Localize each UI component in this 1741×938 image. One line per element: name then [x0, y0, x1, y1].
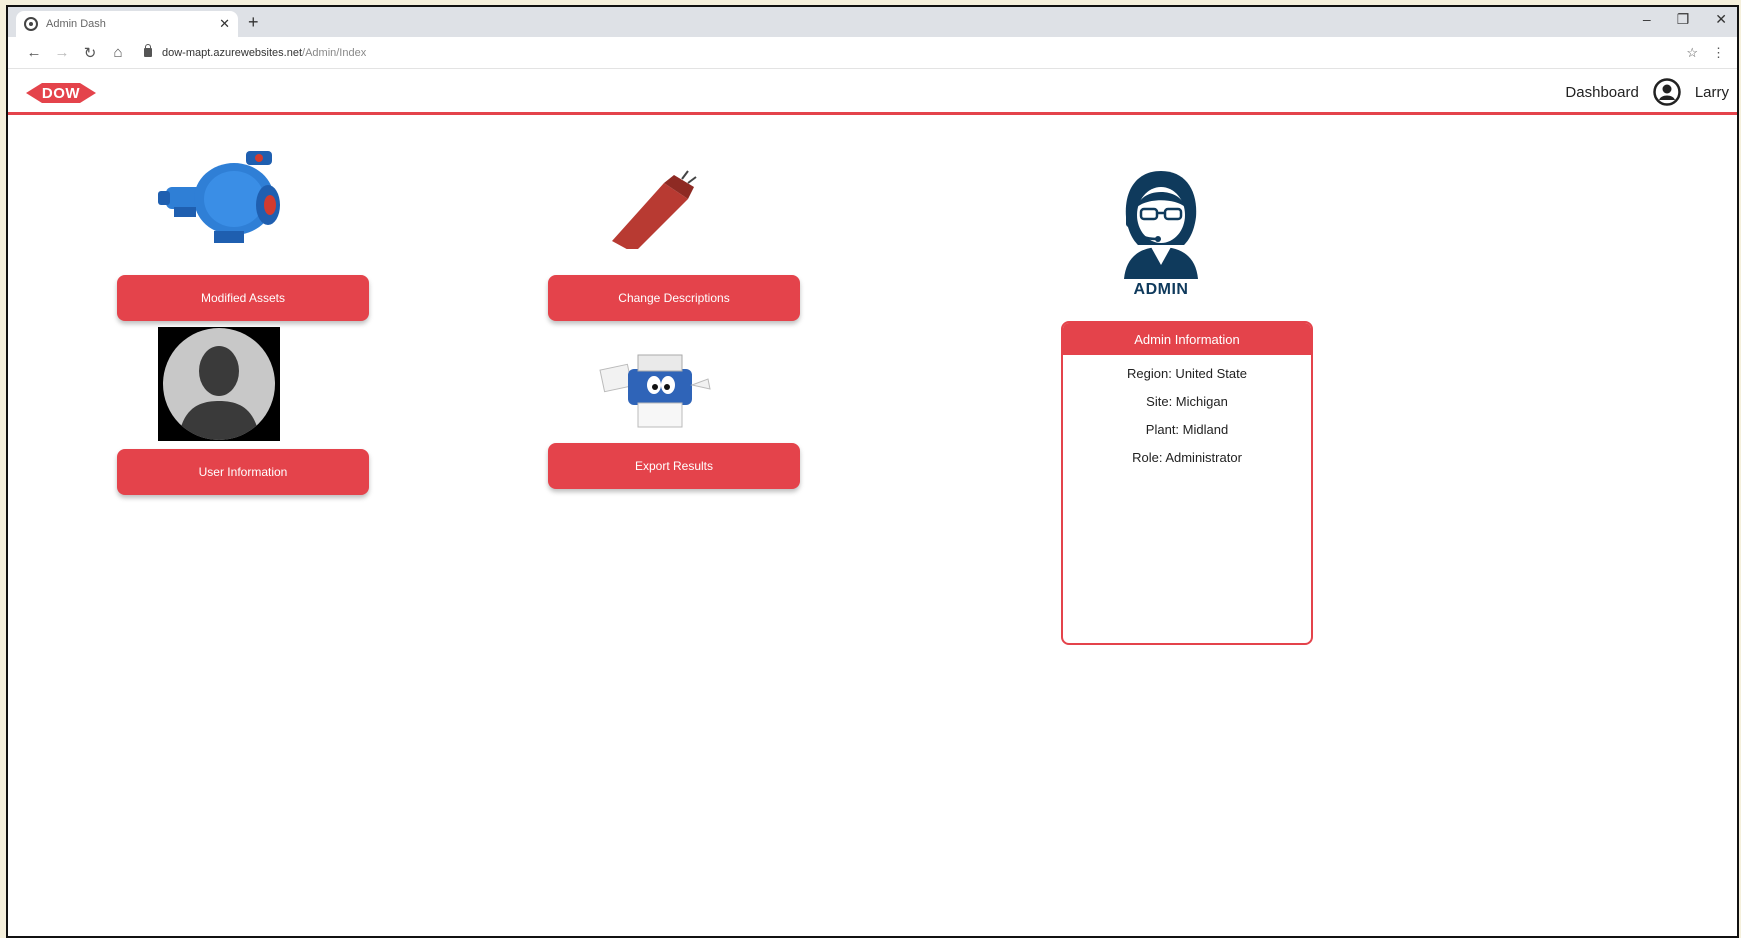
pump-image	[156, 147, 286, 247]
back-icon[interactable]: ←	[20, 44, 48, 61]
tab-title: Admin Dash	[46, 18, 106, 30]
address-bar-actions: ☆ ⋮	[1686, 45, 1725, 61]
minimize-icon[interactable]: –	[1643, 11, 1651, 28]
address-bar: ← → ↻ ⌂ dow-mapt.azurewebsites.net/Admin…	[8, 37, 1737, 69]
admin-site: Site: Michigan	[1146, 394, 1228, 409]
admin-avatar-label: ADMIN	[1133, 281, 1189, 298]
admin-plant: Plant: Midland	[1145, 422, 1229, 437]
header-nav: Dashboard Larry	[1565, 77, 1729, 107]
main-content: Modified Assets User Information Change …	[8, 117, 1737, 936]
restore-icon[interactable]: ❐	[1677, 11, 1690, 28]
lock-icon	[144, 44, 152, 57]
forward-icon[interactable]: →	[48, 44, 76, 61]
modified-assets-button[interactable]: Modified Assets	[117, 275, 369, 321]
asset-tag-icon	[612, 170, 697, 253]
globe-icon	[24, 17, 38, 31]
admin-avatar	[1116, 167, 1206, 279]
admin-card-body: Region: United State Site: Michigan Plan…	[1063, 355, 1311, 477]
url-field[interactable]: dow-mapt.azurewebsites.net/Admin/Index	[144, 44, 1686, 59]
browser-menu-icon[interactable]: ⋮	[1712, 45, 1725, 61]
window-controls: – ❐ ✕	[1643, 11, 1727, 28]
export-results-button[interactable]: Export Results	[548, 443, 800, 489]
printer-mascot-icon	[599, 354, 711, 428]
dashboard-link[interactable]: Dashboard	[1565, 84, 1638, 101]
person-silhouette-icon	[163, 328, 275, 440]
tag-image	[608, 169, 700, 253]
logo-text: DOW	[41, 84, 81, 102]
pump-icon	[158, 151, 280, 243]
user-information-button[interactable]: User Information	[117, 449, 369, 495]
browser-tab-bar: Admin Dash ✕ + – ❐ ✕	[8, 7, 1737, 37]
admin-region: Region: United State	[1127, 366, 1247, 381]
user-name[interactable]: Larry	[1695, 84, 1729, 101]
screenshot-frame: Admin Dash ✕ + – ❐ ✕ ← → ↻ ⌂ dow-mapt.az…	[6, 5, 1739, 938]
admin-information-card: Admin Information Region: United State S…	[1061, 321, 1313, 645]
browser-tab[interactable]: Admin Dash ✕	[16, 11, 238, 37]
reload-icon[interactable]: ↻	[76, 44, 104, 62]
change-descriptions-button[interactable]: Change Descriptions	[548, 275, 800, 321]
close-window-icon[interactable]: ✕	[1715, 11, 1727, 28]
dow-logo[interactable]: DOW	[26, 81, 96, 105]
home-icon[interactable]: ⌂	[104, 44, 132, 61]
bookmark-star-icon[interactable]: ☆	[1686, 45, 1698, 61]
admin-card-title: Admin Information	[1063, 323, 1311, 355]
admin-role: Role: Administrator	[1132, 450, 1242, 465]
admin-headset-avatar-icon	[1124, 171, 1198, 279]
site-header: DOW Dashboard Larry	[8, 69, 1737, 115]
new-tab-icon[interactable]: +	[248, 12, 259, 33]
printer-image	[598, 349, 718, 433]
url-host: dow-mapt.azurewebsites.net	[162, 46, 303, 59]
user-account-icon[interactable]	[1653, 78, 1681, 106]
tab-close-icon[interactable]: ✕	[219, 16, 230, 32]
url-path: /Admin/Index	[302, 46, 367, 59]
user-silhouette-image	[158, 327, 280, 441]
